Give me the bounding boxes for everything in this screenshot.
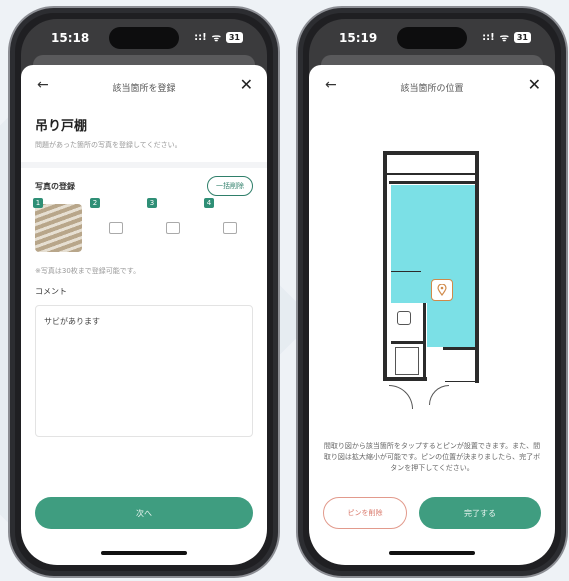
plan-wall [475,181,479,303]
photo-slot[interactable]: 4 [204,198,253,252]
status-icons: ::! ᯤ 31 [194,30,243,44]
photo-thumbnail[interactable]: 1 [33,198,82,252]
photo-section-header: 写真の登録 一括削除 [35,176,253,196]
done-button[interactable]: 完了する [419,497,541,529]
sheet-header: ← 該当箇所の位置 ✕ [309,65,555,109]
photo-limit-note: ※写真は30枚まで登録可能です。 [35,267,141,275]
signal-icon: ::! [482,31,495,43]
modal-sheet: ← 該当箇所の位置 ✕ 間取り図から該当箇所をタップするとピンが設置できます。ま… [309,65,555,565]
hint-text: 問題があった箇所の写真を登録してください。 [35,141,182,149]
status-icons: ::! ᯤ 31 [482,30,531,44]
sheet-title: 該当箇所を登録 [112,83,176,94]
dynamic-island [397,27,467,49]
plan-wall [391,341,423,344]
plan-wall [443,347,475,350]
image-placeholder-icon [222,222,237,234]
signal-icon: ::! [194,31,207,43]
door-swing [389,385,413,409]
location-pin-icon[interactable] [431,279,453,301]
dynamic-island [109,27,179,49]
back-icon[interactable]: ← [37,77,49,93]
plan-wall [383,151,479,155]
comment-field[interactable]: サビがあります [35,305,253,437]
sheet-header: ← 該当箇所を登録 ✕ [21,65,267,109]
delete-pin-button[interactable]: ピンを削除 [323,497,407,529]
door-swing [429,385,449,405]
screen-location: 15:19 ::! ᯤ 31 ← 該当箇所の位置 ✕ 間取り図から該当箇所をタッ… [309,19,555,565]
image-placeholder-icon [108,222,123,234]
plan-line [391,271,421,272]
action-buttons: ピンを削除 完了する [323,497,541,529]
wifi-icon: ᯤ [499,33,509,44]
plan-room [427,303,475,347]
photo-index-badge: 1 [33,198,43,208]
photo-slot[interactable]: 2 [90,198,139,252]
plan-wall [475,151,479,181]
close-icon[interactable]: ✕ [240,75,253,94]
divider [21,162,267,168]
phone-left: 15:18 ::! ᯤ 31 ← 該当箇所を登録 ✕ 吊り戸棚 問題があった箇所… [8,6,280,578]
plan-wall [389,181,479,184]
battery-icon: 31 [225,31,243,43]
back-icon[interactable]: ← [325,77,337,93]
plan-wall [383,151,387,381]
status-time: 15:19 [339,31,378,45]
toilet-fixture [397,311,411,325]
bath-fixture [395,347,419,375]
delete-all-button[interactable]: 一括削除 [207,176,253,196]
page-title: 吊り戸棚 [35,119,88,134]
plan-line [387,173,475,175]
plan-wall [475,303,479,383]
screen-register: 15:18 ::! ᯤ 31 ← 該当箇所を登録 ✕ 吊り戸棚 問題があった箇所… [21,19,267,565]
phone-right: 15:19 ::! ᯤ 31 ← 該当箇所の位置 ✕ 間取り図から該当箇所をタッ… [296,6,568,578]
close-icon[interactable]: ✕ [528,75,541,94]
sheet-content: 吊り戸棚 問題があった箇所の写真を登録してください。 写真の登録 一括削除 1 … [21,109,267,437]
photo-index-badge: 2 [90,198,100,208]
photo-section-label: 写真の登録 [35,181,75,191]
photo-slot[interactable]: 3 [147,198,196,252]
image-placeholder-icon [165,222,180,234]
photo-list: 1 2 3 4 [33,198,253,252]
comment-label: コメント [35,287,67,296]
home-indicator [101,551,187,555]
plan-line [445,381,475,382]
plan-wall [423,303,426,381]
instruction-text: 間取り図から該当箇所をタップするとピンが設置できます。また、間取り図は拡大縮小が… [323,442,541,472]
sheet-title: 該当箇所の位置 [400,83,464,94]
photo-index-badge: 4 [204,198,214,208]
next-button[interactable]: 次へ [35,497,253,529]
plan-wall [387,377,427,381]
status-time: 15:18 [51,31,90,45]
wifi-icon: ᯤ [211,33,221,44]
home-indicator [389,551,475,555]
photo-index-badge: 3 [147,198,157,208]
battery-icon: 31 [513,31,531,43]
modal-sheet: ← 該当箇所を登録 ✕ 吊り戸棚 問題があった箇所の写真を登録してください。 写… [21,65,267,565]
